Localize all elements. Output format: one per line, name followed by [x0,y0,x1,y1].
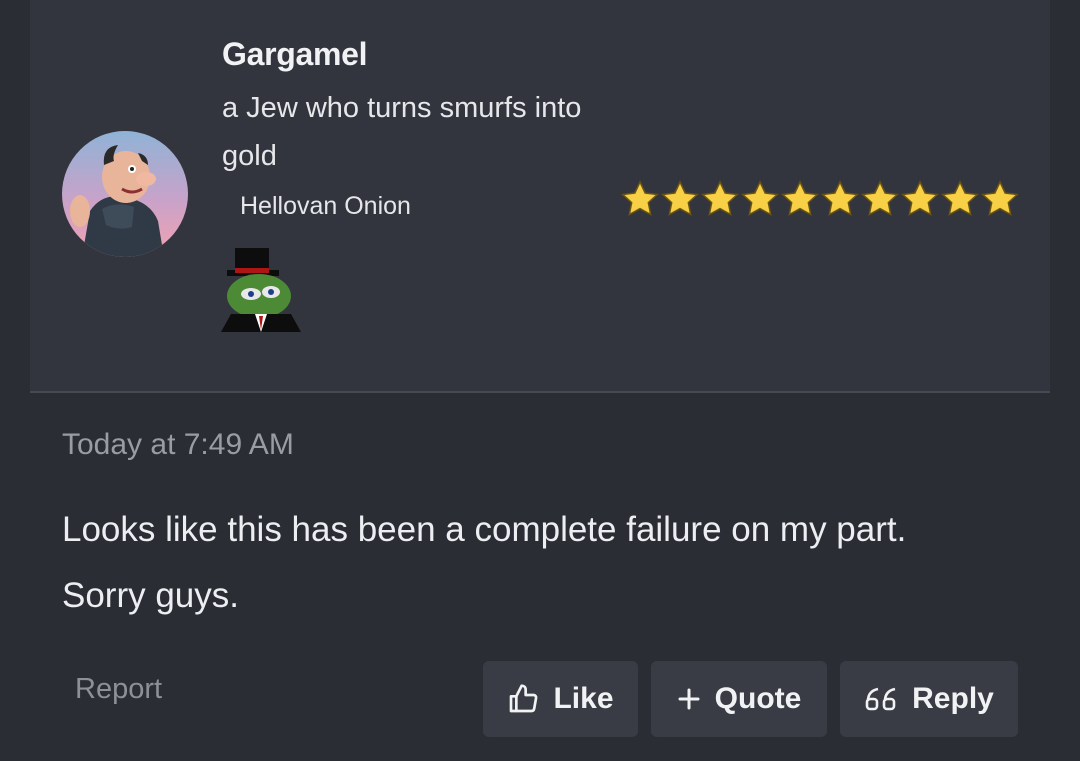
plus-icon [677,687,701,711]
message-line: Looks like this has been a complete fail… [62,510,907,549]
star-icon [981,180,1019,216]
star-icon [821,180,859,216]
reply-label: Reply [912,682,994,715]
quote-button[interactable]: Quote [651,661,827,737]
star-icon [901,180,939,216]
like-button[interactable]: Like [483,661,638,737]
star-icon [941,180,979,216]
user-banner: Hellovan Onion [240,192,411,220]
star-icon [861,180,899,216]
quote-marks-icon [864,685,898,713]
like-label: Like [553,682,614,715]
star-icon [621,180,659,216]
star-icon [781,180,819,216]
post-timestamp[interactable]: Today at 7:49 AM [62,428,294,462]
message-line: Sorry guys. [62,576,239,615]
report-link[interactable]: Report [75,673,162,706]
star-icon [741,180,779,216]
user-rating-stars [620,178,1020,220]
reply-button[interactable]: Reply [840,661,1018,737]
user-title: a Jew who turns smurfs into gold [222,92,582,172]
quote-label: Quote [714,682,802,715]
user-info-panel: Gargamel a Jew who turns smurfs into gol… [30,0,1050,393]
post-message: Looks like this has been a complete fail… [62,497,1052,629]
user-badge-image [221,248,301,332]
thumbs-up-icon [507,683,539,715]
star-icon [661,180,699,216]
star-icon [701,180,739,216]
username[interactable]: Gargamel [222,36,368,73]
avatar[interactable] [62,131,188,257]
avatar-image [70,145,164,257]
